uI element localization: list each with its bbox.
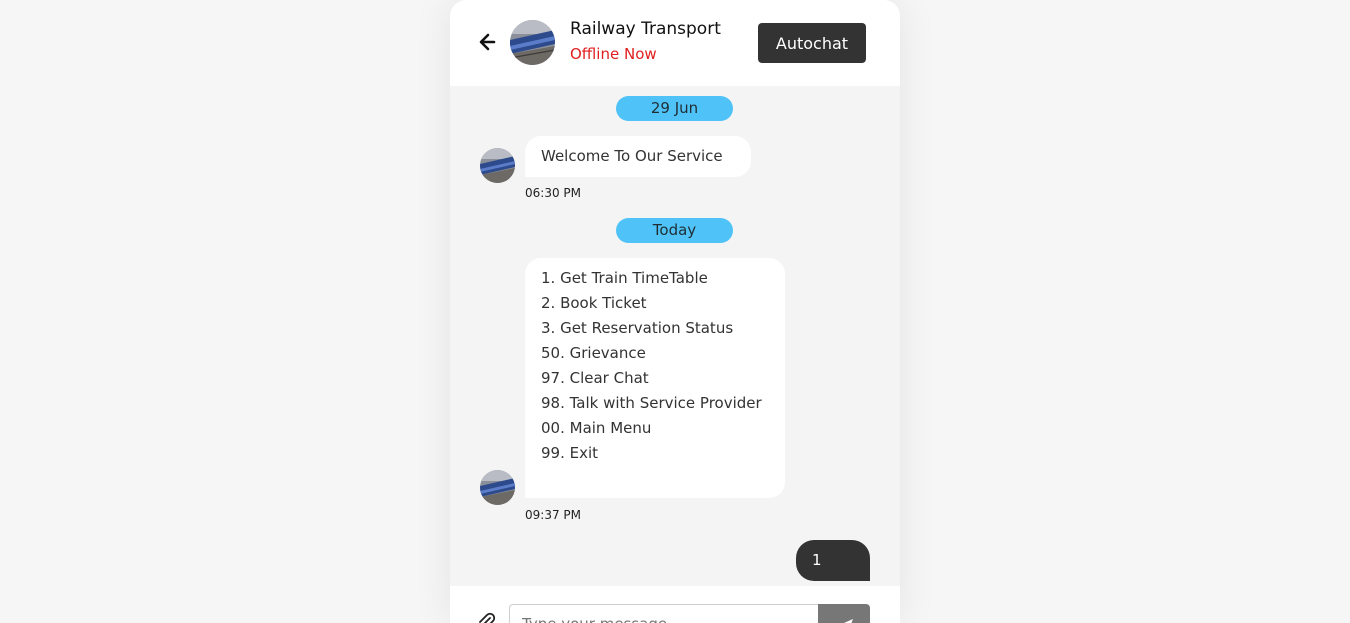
paperclip-icon[interactable] [476, 612, 496, 623]
chat-header: Railway Transport Offline Now Autochat [450, 0, 900, 86]
menu-option: 98. Talk with Service Provider [541, 394, 762, 412]
menu-options-list: 1. Get Train TimeTable 2. Book Ticket 3.… [541, 266, 769, 466]
message-composer [450, 586, 900, 623]
incoming-message-bubble: Welcome To Our Service [525, 136, 751, 177]
menu-option: 99. Exit [541, 444, 599, 462]
menu-message-bubble: 1. Get Train TimeTable 2. Book Ticket 3.… [525, 258, 785, 498]
menu-option: 3. Get Reservation Status [541, 319, 734, 337]
date-chip: Today [616, 218, 733, 243]
message-input[interactable] [509, 604, 819, 623]
menu-option: 1. Get Train TimeTable [541, 269, 708, 287]
contact-status: Offline Now [570, 45, 657, 63]
date-chip: 29 Jun [616, 96, 733, 121]
menu-option: 97. Clear Chat [541, 369, 649, 387]
chat-window: Railway Transport Offline Now Autochat 2… [450, 0, 900, 623]
message-text: 1 [812, 551, 822, 569]
menu-option: 2. Book Ticket [541, 294, 647, 312]
message-avatar [480, 470, 515, 505]
message-time: 09:37 PM [525, 508, 581, 522]
contact-name: Railway Transport [570, 19, 721, 39]
send-button[interactable] [818, 604, 870, 623]
send-icon [818, 616, 870, 623]
menu-option: 50. Grievance [541, 344, 646, 362]
message-avatar [480, 148, 515, 183]
contact-avatar[interactable] [510, 20, 555, 65]
autochat-button[interactable]: Autochat [758, 23, 866, 63]
back-arrow-icon[interactable] [478, 30, 498, 54]
message-text: Welcome To Our Service [541, 147, 723, 165]
outgoing-message-bubble: 1 [796, 540, 870, 581]
message-time: 06:30 PM [525, 186, 581, 200]
menu-option: 00. Main Menu [541, 419, 652, 437]
